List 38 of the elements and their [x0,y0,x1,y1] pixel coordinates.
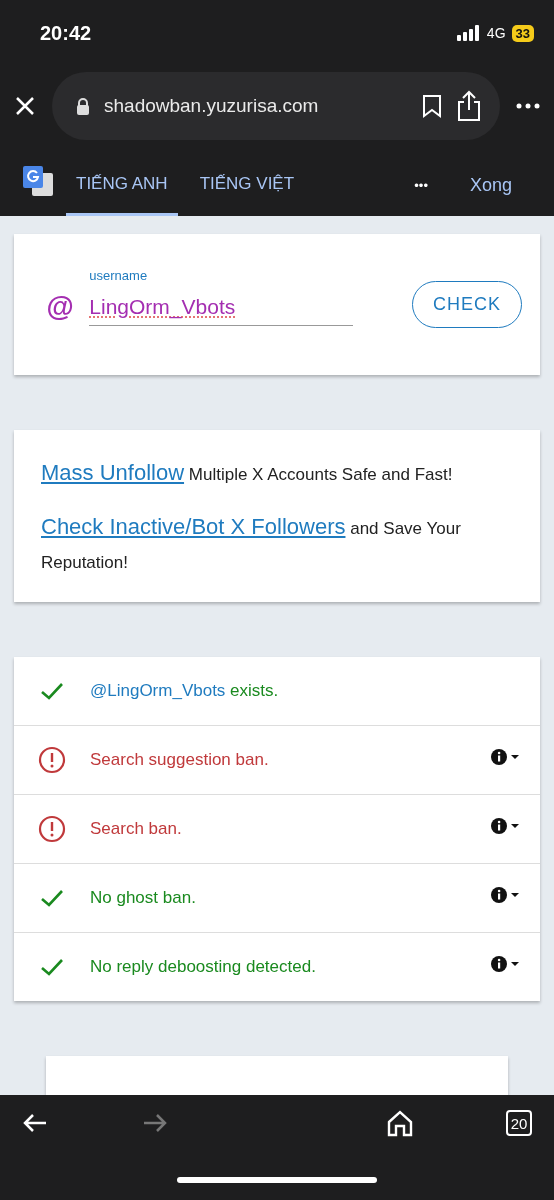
url-text: shadowban.yuzurisa.com [104,95,320,117]
result-text: No ghost ban. [90,887,197,908]
more-button[interactable]: ••• [404,146,438,216]
battery-level: 33 [511,24,534,42]
alert-icon [38,814,66,843]
home-button[interactable] [386,1109,414,1137]
field-label: username [89,268,149,284]
signal-icon [456,25,481,41]
result-text: No reply deboosting detected. [90,956,317,977]
back-button[interactable] [22,1113,48,1133]
promo-link[interactable]: Check Inactive/Bot X Followers [41,513,346,539]
at-sign: @ [46,291,74,324]
more-options-button[interactable] [516,103,540,109]
language-tab[interactable]: TIẾNG ANH [66,146,178,216]
promo-text: Mass Unfollow Multiple X Accounts Safe and Fast! [41,458,454,487]
tabs-button[interactable]: 20 [506,1110,532,1136]
result-text: Search suggestion ban. [90,749,270,770]
info-toggle[interactable] [490,747,520,766]
translate-icon [22,165,54,197]
info-toggle[interactable] [490,885,520,904]
bookmark-button[interactable] [422,94,442,118]
close-button[interactable] [14,95,36,117]
info-toggle[interactable] [490,954,520,973]
address-bar[interactable]: shadowban.yuzurisa.com [52,72,500,140]
done-button[interactable]: Xong [449,146,532,216]
share-button[interactable] [456,90,482,122]
alert-icon [38,745,66,774]
promo-link[interactable]: Mass Unfollow [41,459,185,485]
result-text: Search ban. [90,818,183,839]
info-toggle[interactable] [490,816,520,835]
network-label: 4G [486,25,506,41]
clock: 20:42 [40,21,92,45]
promo-text: Check Inactive/Bot X Followers and Save Your Reputation! [41,512,462,574]
language-tab[interactable]: TIẾNG VIỆT [189,146,305,216]
forward-button[interactable] [142,1113,168,1133]
lock-icon [76,97,90,115]
check-button[interactable]: CHECK [412,280,522,328]
result-text: @LingOrm_Vbots exists. [90,680,280,701]
